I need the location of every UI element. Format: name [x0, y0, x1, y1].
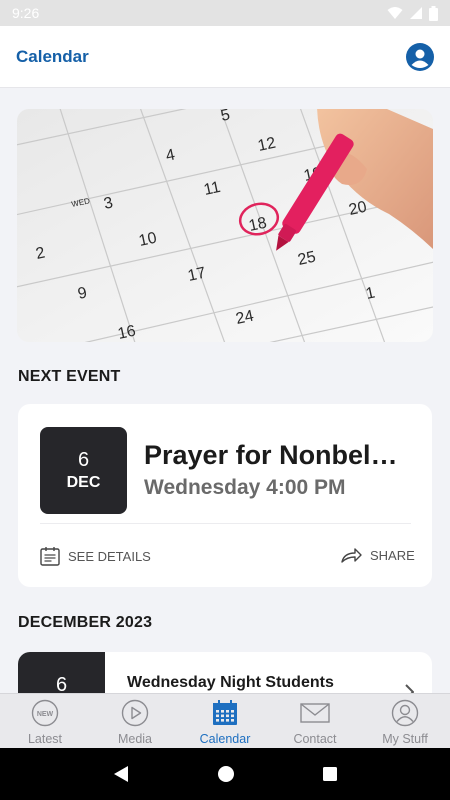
details-icon	[40, 547, 60, 566]
profile-button[interactable]	[406, 42, 434, 71]
next-event-card[interactable]: 6 DEC Prayer for Nonbel… Wednesday 4:00 …	[18, 404, 432, 587]
battery-icon	[429, 5, 438, 21]
calendar-icon	[213, 700, 237, 725]
page-title: Calendar	[16, 46, 89, 66]
hero-date: 25	[296, 249, 317, 269]
tab-my-stuff[interactable]: My Stuff	[360, 694, 450, 748]
hero-date: 16	[116, 323, 137, 342]
system-nav-bar	[0, 748, 450, 800]
status-time: 9:26	[12, 5, 40, 21]
event-day: 6	[77, 448, 90, 471]
share-button[interactable]: SHARE	[340, 546, 415, 564]
hero-date: 12	[256, 135, 277, 155]
list-item-day: 6	[18, 652, 105, 693]
tab-calendar[interactable]: Calendar	[180, 694, 270, 748]
calendar-photo: 5 12 4 WED 3 11 18 19 20 10 2 17 25 9 1 …	[17, 109, 433, 342]
event-date-badge: 6 DEC	[40, 427, 127, 514]
event-time: Wednesday 4:00 PM	[144, 476, 346, 499]
tab-media[interactable]: Media	[90, 694, 180, 748]
tab-label: My Stuff	[382, 732, 428, 746]
hero-date: 24	[234, 308, 255, 328]
chevron-right-icon	[405, 684, 414, 693]
app-header: Calendar	[0, 26, 450, 88]
envelope-icon	[300, 703, 330, 723]
event-month: DEC	[66, 473, 101, 491]
play-icon	[121, 699, 149, 727]
new-badge-icon: NEW	[31, 699, 59, 727]
tab-label: Latest	[27, 732, 63, 746]
main-content[interactable]: 5 12 4 WED 3 11 18 19 20 10 2 17 25 9 1 …	[0, 88, 450, 693]
hero-date: 10	[137, 230, 158, 250]
tab-label: Media	[117, 732, 153, 746]
hero-date: 20	[347, 199, 368, 219]
status-bar: 9:26	[0, 0, 450, 26]
share-label: SHARE	[370, 547, 415, 563]
tab-latest[interactable]: NEW Latest	[0, 694, 90, 748]
user-icon	[391, 699, 419, 727]
svg-text:NEW: NEW	[37, 711, 54, 718]
see-details-label: SEE DETAILS	[68, 548, 151, 564]
signal-icon	[410, 7, 422, 19]
wifi-icon	[387, 7, 403, 19]
tab-contact[interactable]: Contact	[270, 694, 360, 748]
status-icons	[387, 5, 438, 21]
month-heading: DECEMBER 2023	[18, 614, 153, 631]
next-event-heading: NEXT EVENT	[18, 368, 121, 385]
share-icon	[341, 548, 362, 563]
tab-bar: NEW Latest Media Calendar Contact My Stu…	[0, 693, 450, 748]
card-divider	[40, 523, 411, 524]
list-item[interactable]: 6 Wednesday Night Students	[18, 652, 432, 693]
tab-label: Contact	[293, 732, 337, 746]
back-icon[interactable]	[112, 765, 130, 783]
list-item-title: Wednesday Night Students	[127, 674, 334, 691]
profile-icon	[407, 43, 433, 70]
hero-image: 5 12 4 WED 3 11 18 19 20 10 2 17 25 9 1 …	[17, 109, 433, 342]
event-title: Prayer for Nonbel…	[144, 440, 398, 470]
recents-icon[interactable]	[322, 766, 338, 782]
home-icon[interactable]	[217, 765, 235, 783]
hero-date: 17	[186, 265, 207, 285]
tab-label: Calendar	[199, 732, 251, 746]
see-details-button[interactable]: SEE DETAILS	[40, 546, 151, 566]
